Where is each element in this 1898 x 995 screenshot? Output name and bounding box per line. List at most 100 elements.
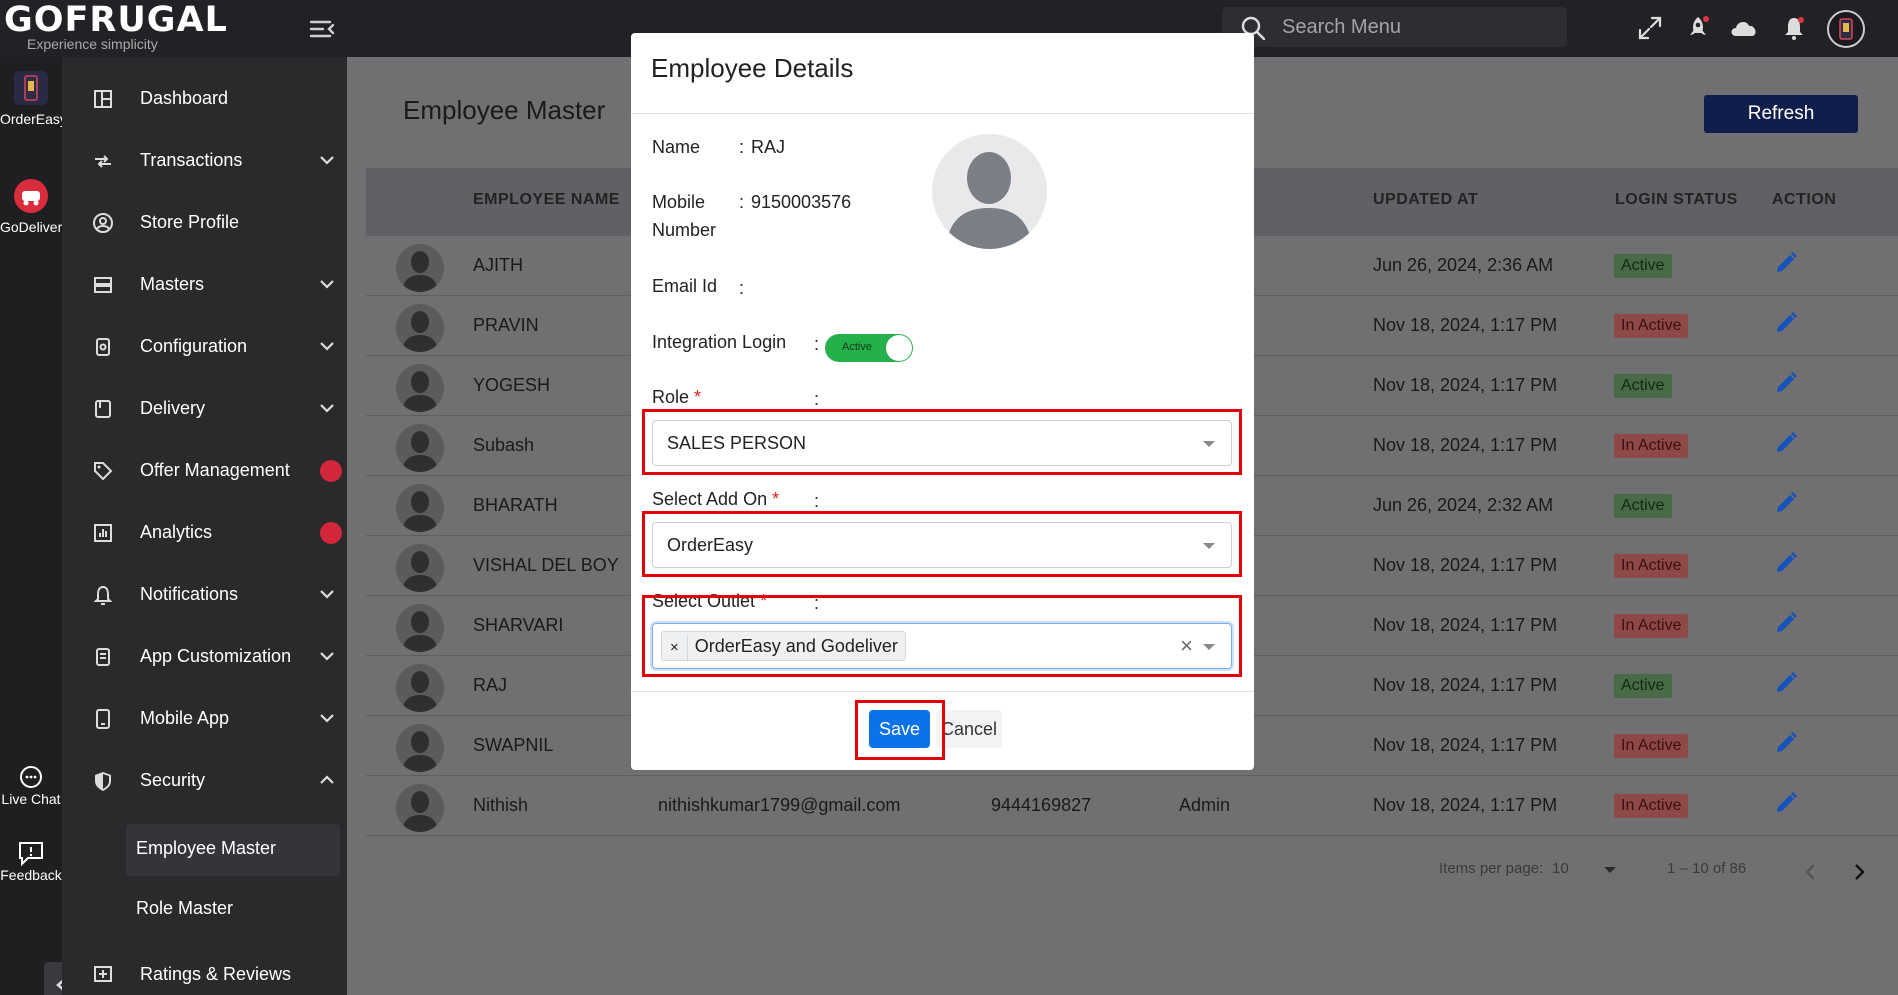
sidebar-subitem-role-master[interactable]: Role Master [126, 884, 340, 936]
rail-live-chat[interactable]: Live Chat [0, 765, 62, 807]
sidebar-item-security[interactable]: Security [92, 761, 342, 801]
masters-icon [94, 277, 112, 293]
sidebar-item-offer-management[interactable]: Offer Management [92, 451, 342, 491]
employee-name-cell: SWAPNIL [473, 735, 554, 755]
integration-login-toggle[interactable]: Active [825, 334, 913, 362]
edit-pencil-icon[interactable] [1773, 250, 1799, 276]
edit-pencil-icon[interactable] [1773, 550, 1799, 576]
cancel-button[interactable]: Cancel [936, 710, 1002, 748]
caret-down-icon[interactable] [1603, 865, 1617, 875]
app-customization-icon [96, 648, 110, 666]
sidebar-item-masters[interactable]: Masters [92, 265, 342, 305]
sidebar-item-ratings-reviews[interactable]: Ratings & Reviews [92, 955, 342, 995]
colon: : [739, 192, 745, 212]
edit-pencil-icon[interactable] [1773, 370, 1799, 396]
godeliver-app-icon [14, 179, 48, 213]
updated-at-cell: Nov 18, 2024, 1:17 PM [1373, 795, 1558, 815]
rail-app-godeliver[interactable]: GoDeliver [0, 179, 62, 235]
highlight-box-save [855, 700, 945, 760]
updated-at-cell: Nov 18, 2024, 1:17 PM [1373, 555, 1558, 575]
employee-avatar [396, 604, 444, 652]
updated-at-cell: Nov 18, 2024, 1:17 PM [1373, 675, 1558, 695]
search-input[interactable]: Search Menu [1282, 16, 1401, 39]
edit-pencil-icon[interactable] [1773, 670, 1799, 696]
colon: : [739, 278, 745, 298]
colon: : [814, 334, 820, 354]
highlight-box-outlet [642, 595, 1242, 677]
status-badge: Active [1614, 674, 1672, 698]
edit-pencil-icon[interactable] [1773, 610, 1799, 636]
status-badge: In Active [1614, 554, 1689, 578]
next-page-icon[interactable] [1849, 860, 1869, 884]
edit-pencil-icon[interactable] [1773, 430, 1799, 456]
sidebar-item-notifications[interactable]: Notifications [92, 575, 342, 615]
email-cell: nithishkumar1799@gmail.com [658, 795, 901, 815]
updated-at-cell: Nov 18, 2024, 1:17 PM [1373, 435, 1558, 455]
column-header-action: ACTION [1772, 191, 1837, 208]
app-rail: OrderEasy GoDeliver Live Chat Feedback [0, 57, 80, 995]
sidebar-item-label: Analytics [140, 522, 213, 542]
ordereasy-app-icon [14, 71, 48, 105]
status-badge: In Active [1614, 314, 1689, 338]
sidebar-item-label: Delivery [140, 398, 206, 418]
sidebar-item-label: Transactions [140, 150, 243, 170]
chevron-up-icon [320, 775, 334, 784]
column-header-employee-name[interactable]: EMPLOYEE NAME [473, 191, 620, 209]
bell-icon[interactable] [1781, 15, 1809, 43]
mobile-app-icon [96, 709, 110, 729]
edit-pencil-icon[interactable] [1773, 790, 1799, 816]
dashboard-icon [94, 90, 112, 108]
role-cell: Admin [1179, 795, 1231, 815]
rail-app-ordereasy[interactable]: OrderEasy [0, 71, 67, 127]
sidebar-item-label: App Customization [140, 646, 292, 666]
sidebar-item-configuration[interactable]: Configuration [92, 327, 342, 367]
app-logo[interactable]: GOFRUGAL [4, 0, 228, 40]
integration-login-label: Integration Login [652, 332, 787, 352]
sidebar-item-store-profile[interactable]: Store Profile [92, 203, 342, 243]
employee-name-cell: VISHAL DEL BOY [473, 555, 619, 575]
rail-feedback[interactable]: Feedback [0, 839, 62, 883]
pagination-range: 1 – 10 of 86 [1667, 860, 1747, 877]
chevron-down-icon [320, 714, 334, 723]
sidebar-item-mobile-app[interactable]: Mobile App [92, 699, 342, 739]
sidebar-item-dashboard[interactable]: Dashboard [92, 79, 342, 119]
items-per-page-select[interactable]: 10 [1552, 860, 1569, 877]
rail-label: Live Chat [1, 791, 61, 807]
employee-details-dialog: Employee Details Name : RAJ Mobile Numbe… [631, 33, 1254, 770]
name-label: Name [652, 137, 701, 157]
refresh-button[interactable]: Refresh [1704, 95, 1858, 133]
sidebar-item-transactions[interactable]: Transactions [92, 141, 342, 181]
colon: : [814, 389, 820, 409]
edit-pencil-icon[interactable] [1773, 730, 1799, 756]
mobile-cell: 9444169827 [991, 795, 1092, 815]
edit-pencil-icon[interactable] [1773, 490, 1799, 516]
cloud-icon[interactable] [1727, 15, 1761, 43]
employee-photo-placeholder [932, 134, 1047, 249]
column-header-updated-at[interactable]: UPDATED AT [1373, 191, 1478, 209]
expand-icon[interactable] [1637, 15, 1665, 43]
employee-name-cell: RAJ [473, 675, 508, 695]
tag-icon [94, 462, 113, 481]
status-badge: In Active [1614, 614, 1689, 638]
page-title: Employee Master [403, 95, 606, 125]
menu-toggle-icon[interactable] [308, 15, 336, 43]
highlight-box-add-on [642, 511, 1242, 577]
updated-at-cell: Nov 18, 2024, 1:17 PM [1373, 615, 1558, 635]
employee-avatar [396, 244, 444, 292]
column-header-login-status[interactable]: LOGIN STATUS [1615, 191, 1738, 209]
rocket-icon[interactable] [1685, 15, 1713, 43]
sidebar-item-app-customization[interactable]: App Customization [92, 637, 342, 677]
app-avatar-icon[interactable] [1827, 10, 1865, 48]
items-per-page-label: Items per page: [1439, 860, 1544, 877]
sidebar-subitem-employee-master[interactable]: Employee Master [126, 824, 340, 876]
add-on-label: Select Add On * [652, 489, 780, 509]
sidebar-item-delivery[interactable]: Delivery [92, 389, 342, 429]
sidebar-item-analytics[interactable]: Analytics [92, 513, 342, 553]
premium-crown-icon [320, 522, 342, 544]
edit-pencil-icon[interactable] [1773, 310, 1799, 336]
toggle-knob [886, 335, 912, 361]
search-box[interactable]: Search Menu [1222, 7, 1567, 47]
chevron-down-icon [320, 280, 334, 289]
table-row: Nithish nithishkumar1799@gmail.com 9444169… [366, 776, 1898, 836]
previous-page-icon[interactable] [1801, 860, 1821, 884]
